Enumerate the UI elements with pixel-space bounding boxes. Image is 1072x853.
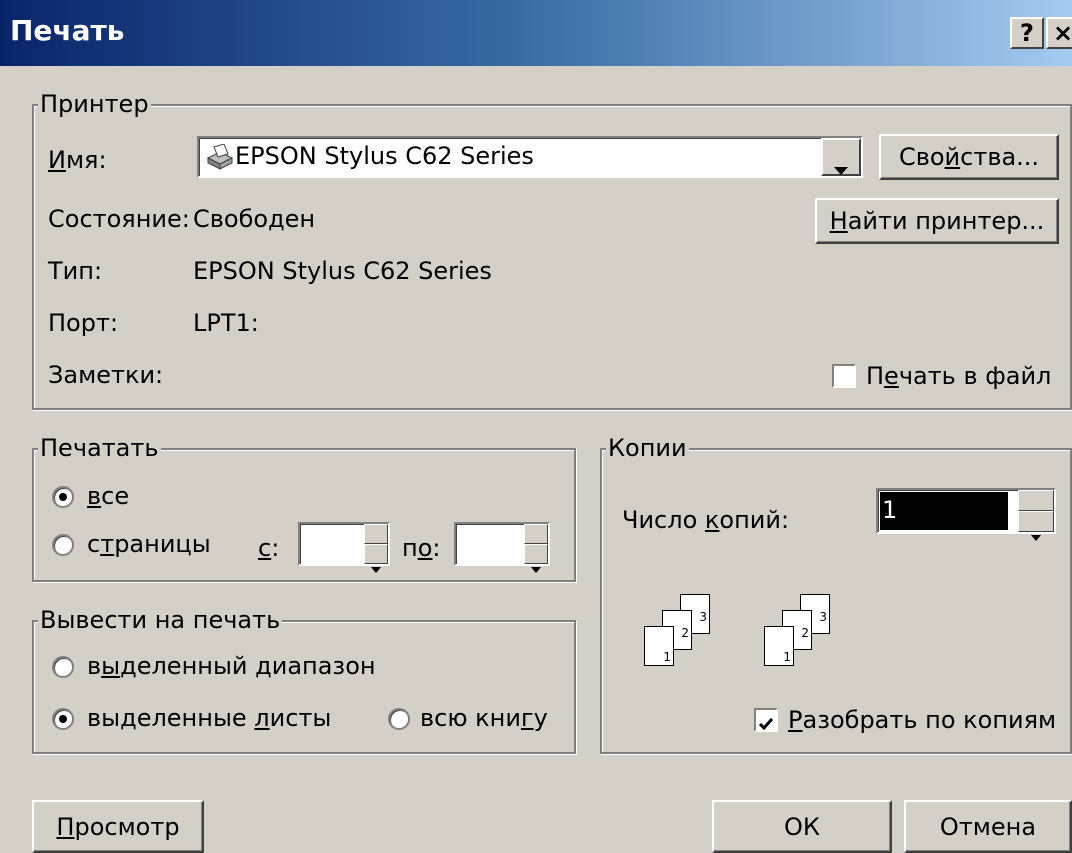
title-bar: Печать ? ×	[0, 0, 1072, 66]
print-what-group-label: Вывести на печать	[38, 606, 283, 634]
type-label: Тип:	[48, 257, 103, 285]
spin-down-button[interactable]	[524, 544, 548, 573]
radio-dot	[59, 715, 67, 723]
copies-group-label: Копии	[606, 434, 689, 462]
preview-button[interactable]: Просмотр	[32, 800, 204, 853]
page-1: 1	[764, 626, 794, 666]
type-value: EPSON Stylus C62 Series	[193, 257, 492, 285]
status-label: Состояние:	[48, 205, 190, 233]
copies-count-spinner[interactable]: 1	[876, 488, 1056, 541]
ok-button[interactable]: ОК	[712, 800, 892, 853]
print-all-radio[interactable]	[52, 486, 74, 508]
find-printer-button[interactable]: Найти принтер...	[815, 198, 1059, 244]
properties-button[interactable]: Сво й ства...	[879, 134, 1059, 180]
cancel-button[interactable]: Отмена	[904, 800, 1072, 853]
radio-dot	[59, 493, 67, 501]
to-label: по:	[402, 534, 441, 562]
notes-label: Заметки:	[48, 361, 164, 389]
port-value: LPT1:	[193, 309, 259, 337]
page-1: 1	[644, 626, 674, 666]
copies-count-value: 1	[882, 496, 898, 524]
close-button[interactable]: ×	[1046, 17, 1072, 49]
to-page-spinner[interactable]	[454, 522, 550, 573]
entire-workbook-label[interactable]: всю книгу	[420, 704, 548, 732]
spin-down-button[interactable]	[1018, 511, 1054, 541]
checkmark-icon	[757, 711, 775, 739]
spin-up-button[interactable]	[1018, 490, 1054, 519]
triangle-down-icon	[1031, 519, 1041, 547]
collate-pages-icon: 3 2 1	[642, 590, 712, 676]
triangle-down-icon	[531, 551, 541, 579]
print-pages-radio[interactable]	[52, 534, 74, 556]
active-sheets-label[interactable]: выделенные листы	[87, 704, 331, 732]
print-pages-label[interactable]: страницы	[87, 530, 211, 558]
spin-down-button[interactable]	[364, 544, 388, 573]
collate-checkbox[interactable]	[754, 708, 778, 732]
printer-group-label: Принтер	[38, 90, 151, 118]
dropdown-arrow-button[interactable]	[821, 138, 861, 176]
chevron-down-icon	[834, 153, 848, 181]
print-to-file-label[interactable]: Печать в файл	[866, 362, 1051, 390]
triangle-down-icon	[371, 551, 381, 579]
print-all-label[interactable]: все	[87, 482, 129, 510]
printer-name-label: Имя:	[48, 146, 107, 174]
printer-name-value: EPSON Stylus C62 Series	[235, 142, 534, 170]
selection-label[interactable]: выделенный диапазон	[87, 652, 376, 680]
status-value: Свободен	[193, 205, 316, 233]
entire-workbook-radio[interactable]	[388, 708, 410, 730]
from-page-spinner[interactable]	[298, 522, 390, 573]
print-to-file-checkbox[interactable]	[832, 364, 856, 388]
collate-label[interactable]: Разобрать по копиям	[788, 706, 1056, 734]
help-button[interactable]: ?	[1010, 17, 1044, 49]
collate-pages-icon: 3 2 1	[762, 590, 832, 676]
print-range-group-label: Печатать	[38, 434, 161, 462]
copies-count-label: Число копий:	[622, 506, 790, 534]
window-title: Печать	[10, 14, 125, 47]
from-label: с:	[258, 534, 280, 562]
printer-name-dropdown[interactable]: EPSON Stylus C62 Series	[197, 136, 863, 178]
spin-up-button[interactable]	[524, 524, 548, 552]
active-sheets-radio[interactable]	[52, 708, 74, 730]
printer-icon	[205, 143, 235, 170]
copies-count-selection	[880, 492, 1008, 530]
print-what-group: Вывести на печать	[32, 606, 576, 754]
port-label: Порт:	[48, 309, 119, 337]
spin-up-button[interactable]	[364, 524, 388, 552]
selection-radio[interactable]	[52, 656, 74, 678]
